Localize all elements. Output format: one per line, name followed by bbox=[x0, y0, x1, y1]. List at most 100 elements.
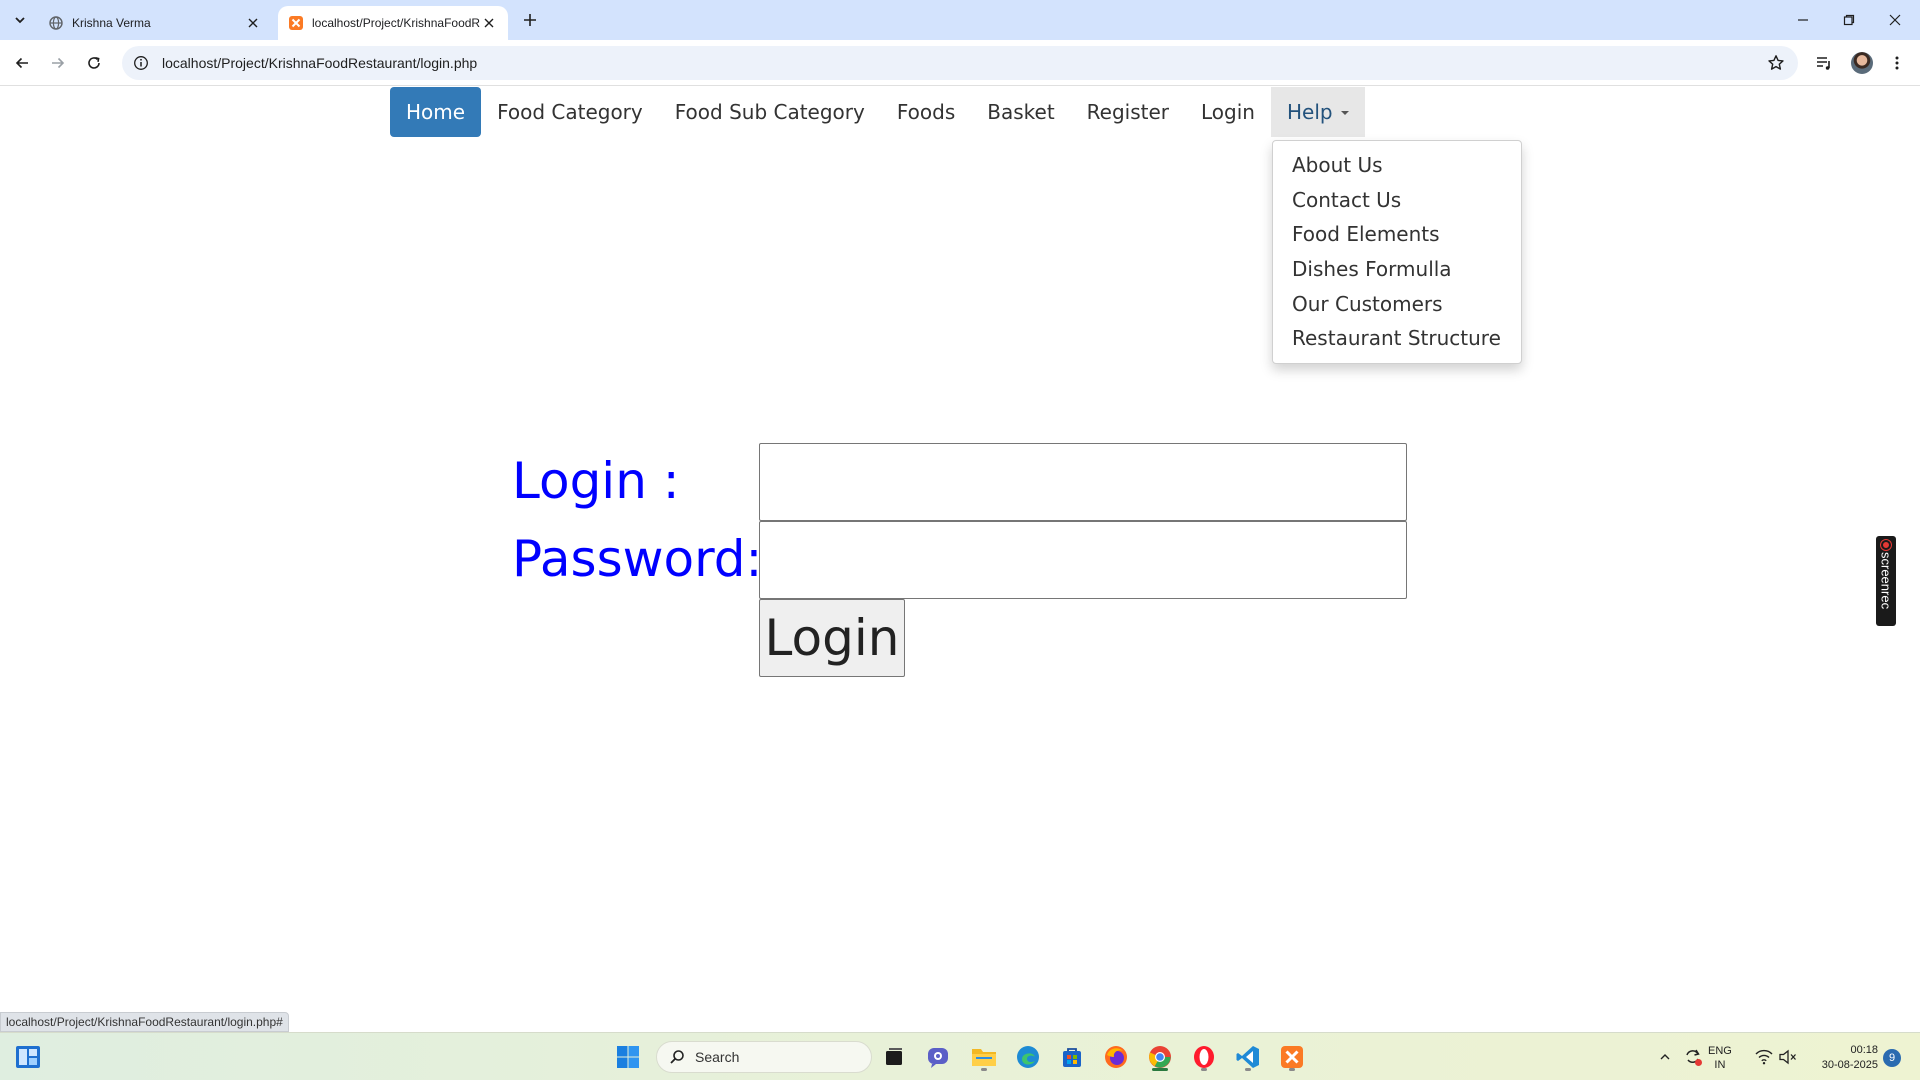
screenrec-label: screenrec bbox=[1878, 552, 1894, 610]
show-hidden-icons-button[interactable] bbox=[1654, 1041, 1676, 1073]
window-close-button[interactable] bbox=[1872, 0, 1918, 40]
nav-register[interactable]: Register bbox=[1071, 87, 1185, 137]
dropdown-item-restaurant-structure[interactable]: Restaurant Structure bbox=[1273, 321, 1521, 356]
chevron-up-icon bbox=[1660, 1054, 1670, 1060]
dropdown-item-food-elements[interactable]: Food Elements bbox=[1273, 217, 1521, 252]
language-code: ENG bbox=[1708, 1045, 1732, 1057]
more-vertical-icon bbox=[1895, 56, 1899, 70]
dropdown-item-contact-us[interactable]: Contact Us bbox=[1273, 183, 1521, 218]
xampp-icon bbox=[1281, 1046, 1303, 1068]
dropdown-item-our-customers[interactable]: Our Customers bbox=[1273, 286, 1521, 321]
folder-icon bbox=[972, 1049, 996, 1066]
volume-button[interactable] bbox=[1776, 1041, 1800, 1073]
close-icon[interactable] bbox=[480, 14, 498, 32]
nav-help-label: Help bbox=[1286, 100, 1333, 124]
browser-tab-krishna-verma[interactable]: Krishna Verma bbox=[38, 6, 272, 40]
notification-count-badge[interactable]: 9 bbox=[1883, 1049, 1901, 1067]
clock-time: 00:18 bbox=[1850, 1044, 1878, 1056]
plus-icon bbox=[524, 14, 536, 26]
nav-food-sub-category[interactable]: Food Sub Category bbox=[659, 87, 881, 137]
info-icon[interactable] bbox=[126, 48, 156, 78]
media-controls-button[interactable] bbox=[1810, 49, 1838, 77]
taskbar-teams[interactable] bbox=[922, 1041, 954, 1073]
task-view-icon bbox=[886, 1048, 902, 1065]
url-input[interactable] bbox=[162, 55, 1662, 71]
vscode-icon bbox=[1236, 1046, 1259, 1068]
nav-foods[interactable]: Foods bbox=[881, 87, 971, 137]
edge-icon bbox=[1017, 1046, 1039, 1068]
browser-toolbar bbox=[0, 40, 1920, 86]
new-tab-button[interactable] bbox=[518, 8, 542, 32]
taskbar-chrome[interactable] bbox=[1144, 1041, 1176, 1073]
minimize-icon bbox=[1798, 19, 1808, 21]
address-bar[interactable] bbox=[122, 46, 1798, 80]
help-dropdown-menu: About Us Contact Us Food Elements Dishes… bbox=[1272, 140, 1522, 364]
taskbar-clock[interactable]: 00:18 30-08-2025 bbox=[1810, 1043, 1878, 1073]
close-icon[interactable] bbox=[244, 14, 262, 32]
login-label: Login : bbox=[512, 452, 680, 510]
opera-icon bbox=[1194, 1046, 1214, 1068]
sync-status-button[interactable] bbox=[1680, 1041, 1706, 1073]
sync-alert-icon bbox=[1686, 1049, 1702, 1066]
volume-muted-icon bbox=[1779, 1049, 1796, 1065]
clock-date: 30-08-2025 bbox=[1821, 1059, 1878, 1071]
password-input[interactable] bbox=[759, 521, 1407, 599]
tab-title: Krishna Verma bbox=[72, 16, 151, 30]
taskbar-search-placeholder: Search bbox=[695, 1049, 740, 1065]
start-button[interactable] bbox=[612, 1041, 644, 1073]
taskbar-store[interactable] bbox=[1056, 1041, 1088, 1073]
nav-help-dropdown[interactable]: Help bbox=[1270, 87, 1365, 137]
region-code: IN bbox=[1714, 1059, 1726, 1071]
minimize-button[interactable] bbox=[1780, 0, 1826, 40]
nav-login[interactable]: Login bbox=[1185, 87, 1271, 137]
bookmark-star-icon[interactable] bbox=[1764, 51, 1788, 75]
login-input[interactable] bbox=[759, 443, 1407, 521]
wifi-icon bbox=[1755, 1049, 1773, 1065]
reload-icon bbox=[88, 57, 100, 69]
wifi-button[interactable] bbox=[1752, 1041, 1776, 1073]
restore-button[interactable] bbox=[1826, 0, 1872, 40]
tab-title: localhost/Project/KrishnaFoodR bbox=[312, 16, 480, 30]
close-icon bbox=[1889, 14, 1901, 26]
dropdown-item-dishes-formulla[interactable]: Dishes Formulla bbox=[1273, 252, 1521, 287]
arrow-right-icon bbox=[52, 57, 65, 69]
taskbar-firefox[interactable] bbox=[1100, 1041, 1132, 1073]
taskbar-opera[interactable] bbox=[1188, 1041, 1220, 1073]
running-indicator-active bbox=[1152, 1068, 1168, 1071]
browser-menu-button[interactable] bbox=[1883, 49, 1911, 77]
media-queue-icon bbox=[1817, 57, 1830, 70]
firefox-icon bbox=[1105, 1046, 1127, 1068]
arrow-left-icon bbox=[15, 57, 28, 69]
nav-basket[interactable]: Basket bbox=[971, 87, 1070, 137]
tab-search-button[interactable] bbox=[8, 8, 32, 32]
record-icon bbox=[1881, 540, 1891, 550]
forward-button[interactable] bbox=[44, 49, 72, 77]
taskbar-edge[interactable] bbox=[1012, 1041, 1044, 1073]
back-button[interactable] bbox=[8, 49, 36, 77]
dropdown-item-about-us[interactable]: About Us bbox=[1273, 148, 1521, 183]
globe-icon bbox=[48, 15, 64, 31]
widgets-button[interactable] bbox=[12, 1041, 44, 1073]
chrome-icon bbox=[1149, 1046, 1171, 1068]
taskbar-search-box[interactable]: Search bbox=[656, 1041, 872, 1073]
windows-logo-icon bbox=[617, 1046, 639, 1068]
profile-avatar[interactable] bbox=[1851, 52, 1873, 74]
taskbar-file-explorer[interactable] bbox=[968, 1041, 1000, 1073]
taskbar-xampp[interactable] bbox=[1276, 1041, 1308, 1073]
input-language-indicator[interactable]: ENG IN bbox=[1708, 1044, 1732, 1072]
reload-button[interactable] bbox=[80, 49, 108, 77]
running-indicator bbox=[981, 1068, 987, 1071]
login-submit-button[interactable]: Login bbox=[759, 599, 905, 677]
screenrec-widget[interactable]: screenrec bbox=[1876, 536, 1896, 626]
password-label: Password: bbox=[512, 530, 763, 588]
nav-food-category[interactable]: Food Category bbox=[481, 87, 659, 137]
caret-down-icon bbox=[1340, 111, 1349, 115]
windows-taskbar: Search ENG IN 00:18 30-08-2025 9 bbox=[0, 1032, 1920, 1080]
nav-home[interactable]: Home bbox=[390, 87, 482, 137]
browser-tab-login-page[interactable]: localhost/Project/KrishnaFoodR bbox=[278, 6, 508, 40]
main-navbar: Home Food Category Food Sub Category Foo… bbox=[390, 87, 1365, 137]
chevron-down-icon bbox=[15, 17, 25, 24]
taskbar-task-view[interactable] bbox=[878, 1041, 910, 1073]
xampp-icon bbox=[288, 15, 304, 31]
taskbar-vscode[interactable] bbox=[1232, 1041, 1264, 1073]
